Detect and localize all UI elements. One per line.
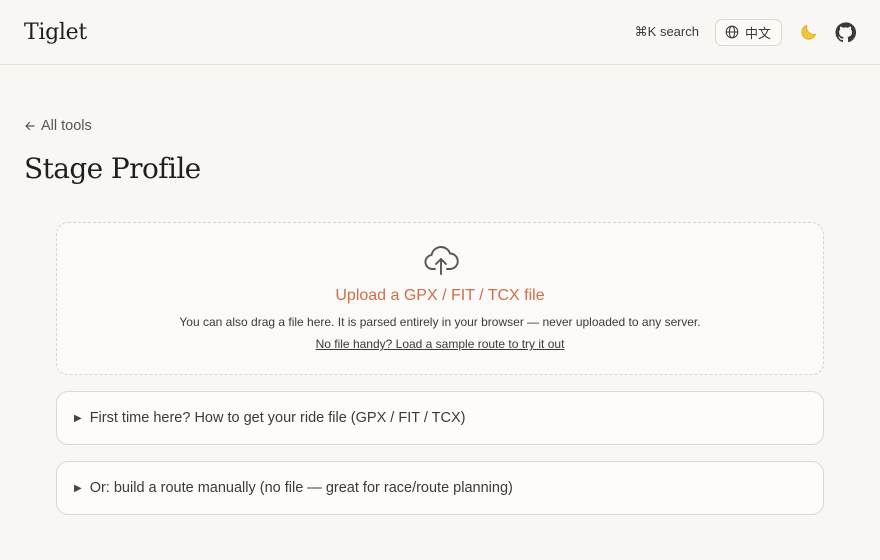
page-title: Stage Profile [24,152,201,185]
globe-icon [725,25,739,39]
search-shortcut[interactable]: ⌘K search [635,24,699,40]
upload-description: You can also drag a file here. It is par… [179,315,701,329]
caret-right-icon: ▶ [74,482,82,494]
arrow-left-icon [25,121,35,131]
theme-toggle-button[interactable] [798,21,820,43]
top-bar: Tiglet ⌘K search 中文 [0,0,880,65]
caret-right-icon: ▶ [74,412,82,424]
accordion-label: Or: build a route manually (no file — gr… [89,480,513,496]
accordion-how-to-get-ride-file[interactable]: ▶ First time here? How to get your ride … [56,391,824,445]
moon-icon [801,24,817,40]
github-link[interactable] [834,21,856,43]
load-sample-route-link[interactable]: No file handy? Load a sample route to tr… [57,337,823,351]
language-toggle-button[interactable]: 中文 [714,18,782,46]
brand-logo[interactable]: Tiglet [24,20,87,45]
language-label: 中文 [744,25,771,41]
upload-title[interactable]: Upload a GPX / FIT / TCX file [57,287,823,305]
file-upload-dropzone[interactable]: Upload a GPX / FIT / TCX file You can al… [56,222,824,375]
topbar-actions: ⌘K search 中文 [635,18,856,46]
accordion-label: First time here? How to get your ride fi… [89,410,466,426]
cloud-upload-icon [424,246,459,275]
accordion-build-route-manually[interactable]: ▶ Or: build a route manually (no file — … [56,461,824,515]
back-link-label: All tools [41,118,92,134]
github-icon [834,21,856,42]
back-to-all-tools-link[interactable]: All tools [24,118,92,134]
